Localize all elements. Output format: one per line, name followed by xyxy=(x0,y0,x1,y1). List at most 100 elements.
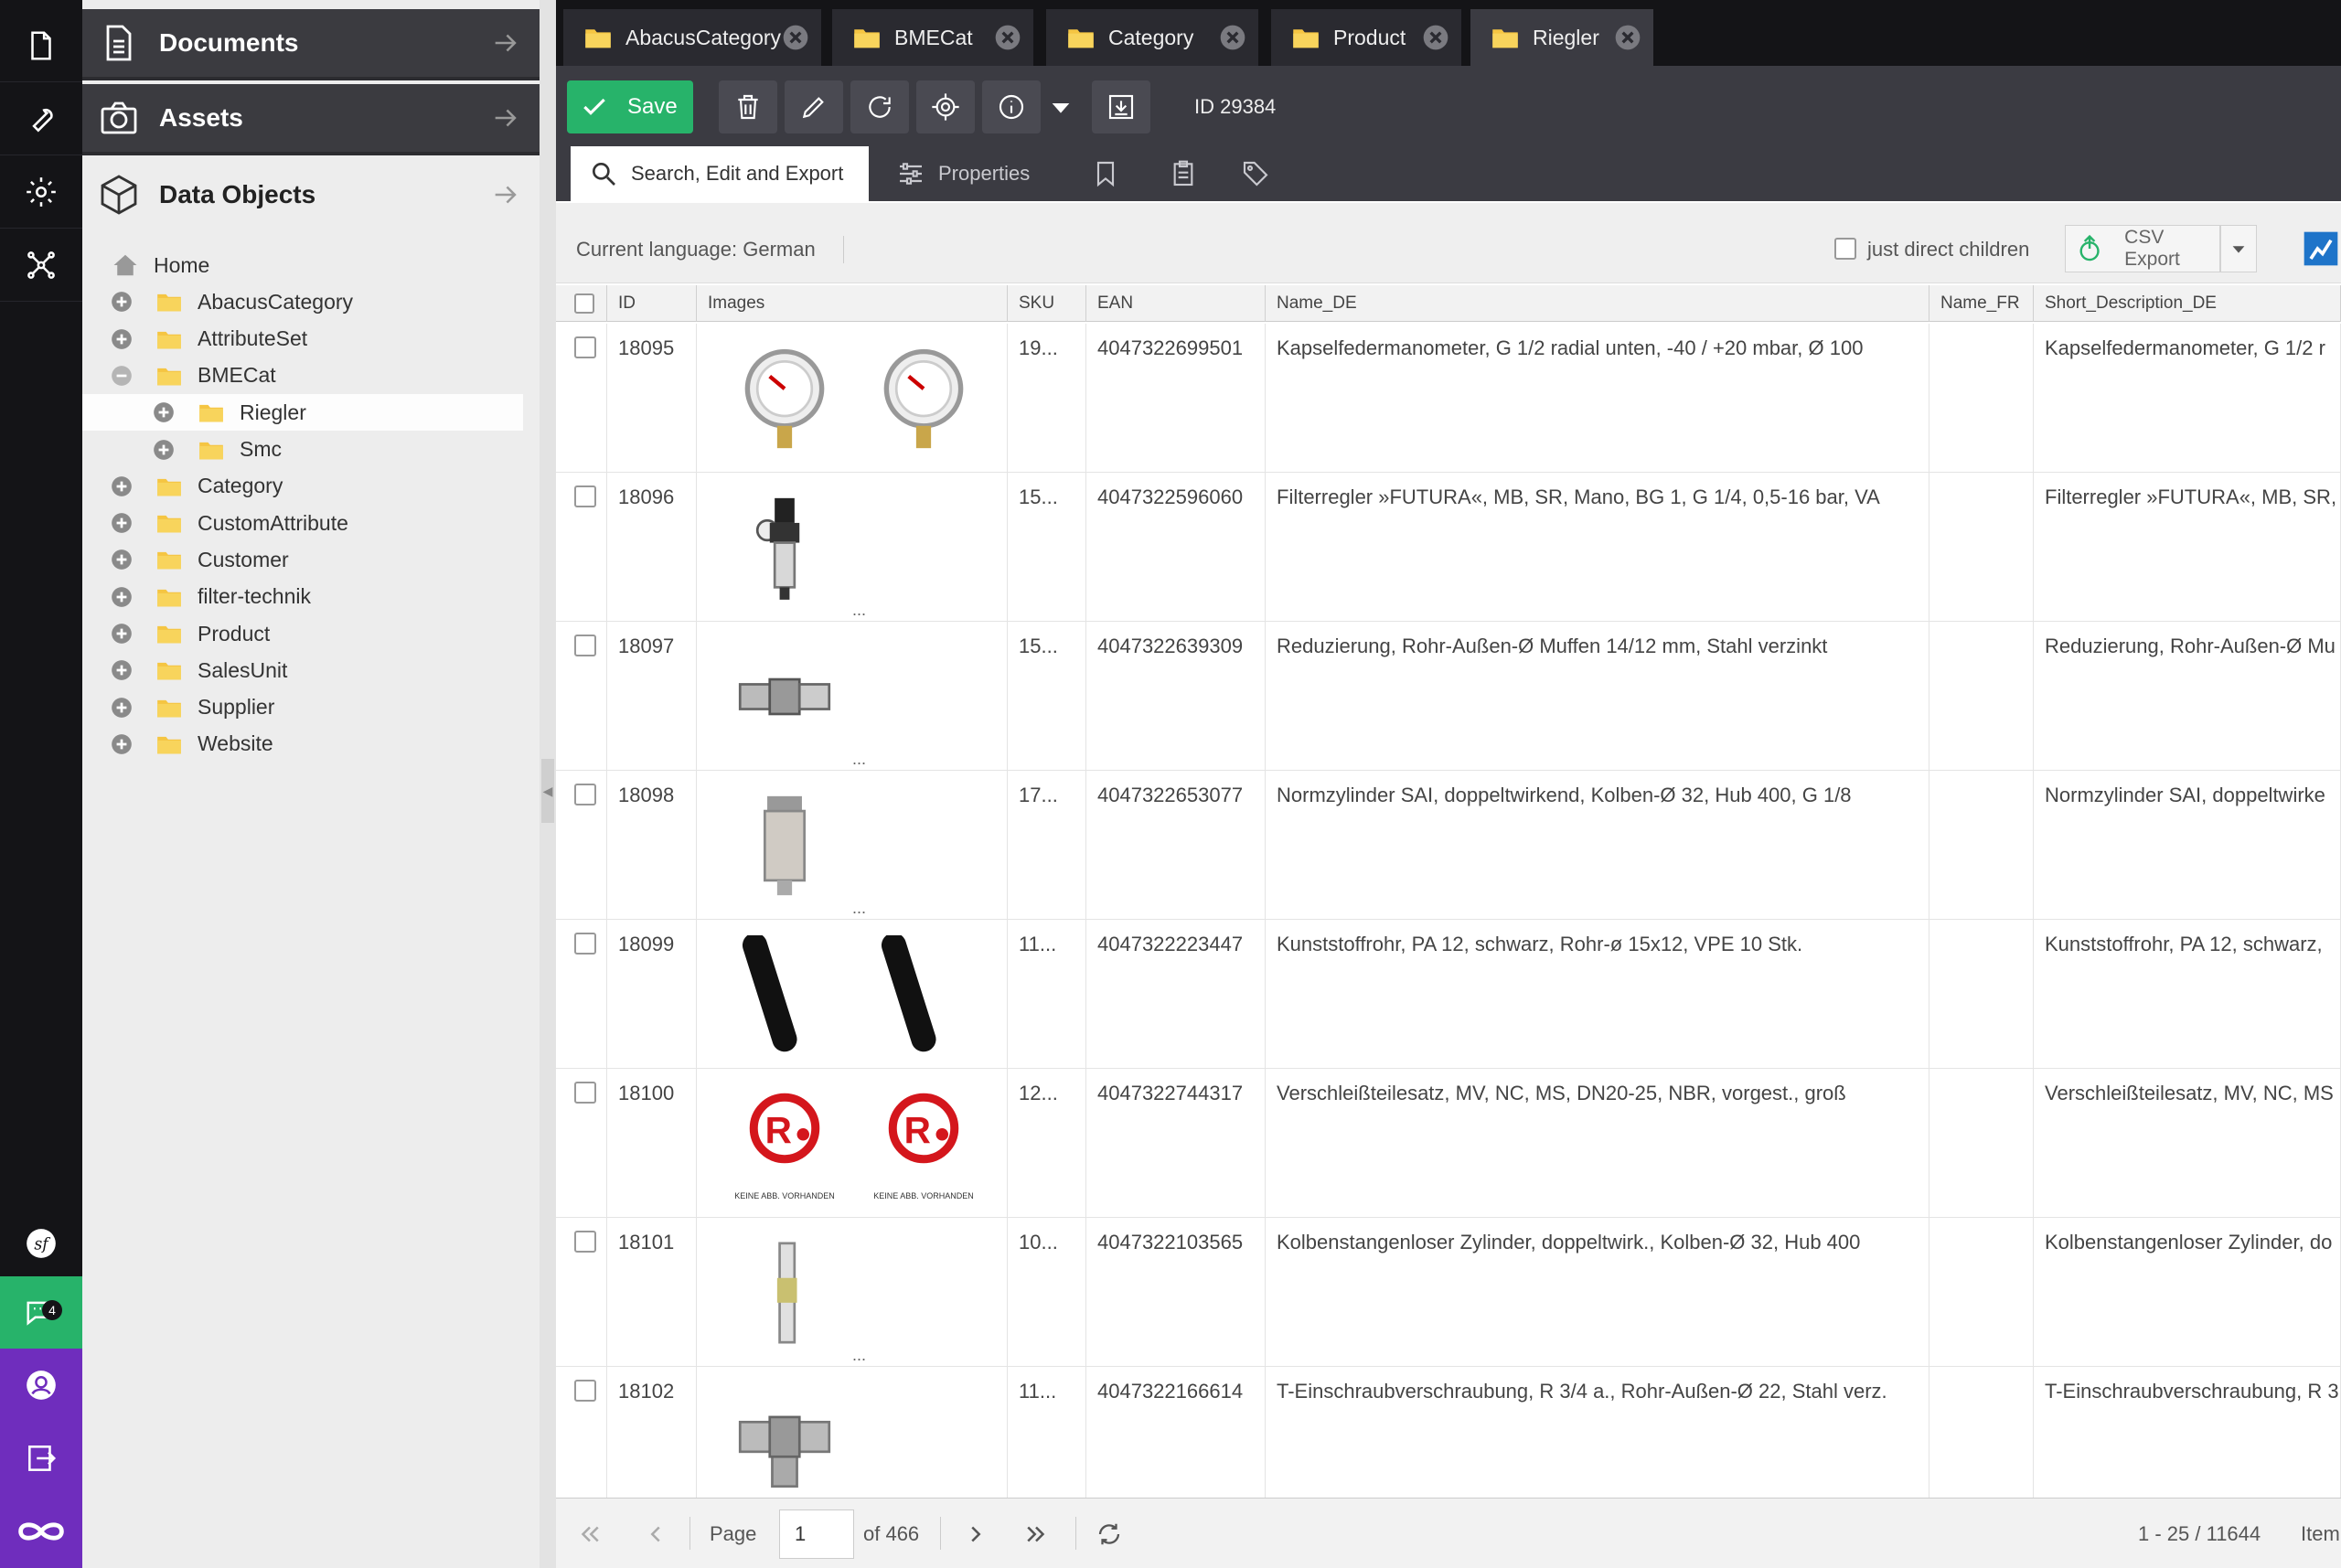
row-checkbox[interactable] xyxy=(574,485,596,507)
more-images-indicator[interactable]: ... xyxy=(852,899,866,918)
tree-item[interactable]: filter-technik xyxy=(82,579,523,615)
tree-item[interactable]: Smc xyxy=(82,432,523,468)
expand-icon[interactable] xyxy=(110,327,134,351)
tree-item[interactable]: Category xyxy=(82,468,523,505)
chat-rail-button[interactable]: 4 xyxy=(0,1276,82,1349)
csv-export-dropdown[interactable] xyxy=(2220,225,2257,272)
tree-item[interactable]: Riegler xyxy=(82,394,523,432)
table-row[interactable]: 18095 19... 4047322699501 Kapselfedermanome… xyxy=(556,324,2341,473)
symfony-icon[interactable]: sf xyxy=(0,1207,82,1280)
close-tab-icon[interactable] xyxy=(781,23,810,52)
tab-tags[interactable] xyxy=(1224,146,1288,201)
tree-item[interactable]: Home xyxy=(82,247,523,283)
datahub-rail-icon[interactable] xyxy=(0,229,82,302)
rename-button[interactable] xyxy=(785,80,843,133)
table-row[interactable]: 18096... 15... 4047322596060 Filterregler »… xyxy=(556,473,2341,622)
row-checkbox[interactable] xyxy=(574,784,596,805)
column-header[interactable]: ID xyxy=(607,285,697,322)
save-button[interactable]: Save xyxy=(567,80,693,133)
expand-icon[interactable] xyxy=(152,438,176,462)
tree-item[interactable]: BMECat xyxy=(82,357,523,394)
more-dropdown-button[interactable] xyxy=(1042,80,1079,133)
close-tab-icon[interactable] xyxy=(993,23,1022,52)
tree-item[interactable]: Product xyxy=(82,615,523,652)
tab-bookmark[interactable] xyxy=(1074,146,1138,201)
tab-notes[interactable] xyxy=(1147,146,1220,201)
product-thumbnail[interactable] xyxy=(856,927,991,1062)
table-row[interactable]: 18098... 17... 4047322653077 Normzylinder S… xyxy=(556,771,2341,920)
close-tab-icon[interactable] xyxy=(1218,23,1247,52)
row-checkbox[interactable] xyxy=(574,635,596,656)
previous-page-icon[interactable] xyxy=(642,1520,669,1548)
delete-button[interactable] xyxy=(719,80,777,133)
export-button[interactable] xyxy=(1092,80,1150,133)
column-header[interactable]: EAN xyxy=(1086,285,1266,322)
row-checkbox[interactable] xyxy=(574,1082,596,1104)
expand-icon[interactable] xyxy=(110,696,134,720)
expand-icon[interactable] xyxy=(110,732,134,756)
more-images-indicator[interactable]: ... xyxy=(852,1346,866,1365)
tree-item[interactable]: Website xyxy=(82,726,523,763)
row-checkbox[interactable] xyxy=(574,933,596,955)
batch-edit-icon[interactable] xyxy=(2301,229,2341,269)
panel-splitter[interactable]: ◀ xyxy=(540,0,556,1568)
tab-product[interactable]: Product xyxy=(1271,9,1461,66)
table-row[interactable]: 18099 11... 4047322223447 Kunststoffrohr, P… xyxy=(556,920,2341,1069)
table-row[interactable]: 18100 R KEINE ABB. VORHANDEN R KEINE ABB. VO… xyxy=(556,1069,2341,1218)
row-checkbox[interactable] xyxy=(574,1380,596,1402)
collapse-icon[interactable] xyxy=(110,364,134,388)
more-images-indicator[interactable]: ... xyxy=(852,601,866,620)
next-page-icon[interactable] xyxy=(962,1520,989,1548)
tab-properties[interactable]: Properties xyxy=(887,146,1070,201)
tab-abacuscategory[interactable]: AbacusCategory xyxy=(563,9,821,66)
column-header[interactable]: Name_FR xyxy=(1929,285,2034,322)
product-thumbnail[interactable] xyxy=(856,331,991,466)
tree-item[interactable]: Supplier xyxy=(82,689,523,726)
info-button[interactable] xyxy=(982,80,1041,133)
table-row[interactable]: 18102 11... 4047322166614 T-Einschraubversc… xyxy=(556,1367,2341,1516)
csv-export-button[interactable]: CSV Export xyxy=(2065,225,2220,272)
tree-item[interactable]: Customer xyxy=(82,541,523,578)
column-header[interactable]: SKU xyxy=(1008,285,1086,322)
tree-item[interactable]: CustomAttribute xyxy=(82,505,523,541)
tab-category[interactable]: Category xyxy=(1046,9,1258,66)
expand-icon[interactable] xyxy=(152,400,176,424)
tab-bmecat[interactable]: BMECat xyxy=(832,9,1033,66)
row-checkbox[interactable] xyxy=(574,1231,596,1253)
expand-icon[interactable] xyxy=(110,511,134,535)
expand-icon[interactable] xyxy=(110,622,134,645)
logout-icon[interactable] xyxy=(0,1422,82,1495)
product-thumbnail[interactable] xyxy=(717,629,852,764)
expand-icon[interactable] xyxy=(110,475,134,498)
product-thumbnail[interactable] xyxy=(717,927,852,1062)
tree-item[interactable]: AttributeSet xyxy=(82,321,523,357)
tab-search-edit-export[interactable]: Search, Edit and Export xyxy=(571,146,869,201)
tree-item[interactable]: AbacusCategory xyxy=(82,283,523,320)
column-header[interactable]: Name_DE xyxy=(1266,285,1929,322)
last-page-icon[interactable] xyxy=(1022,1520,1050,1548)
column-header[interactable]: Images xyxy=(697,285,1008,322)
table-row[interactable]: 18097... 15... 4047322639309 Reduzierung, R… xyxy=(556,622,2341,771)
reload-button[interactable] xyxy=(850,80,909,133)
select-all-checkbox[interactable] xyxy=(574,293,594,314)
expand-icon[interactable] xyxy=(110,585,134,609)
column-header[interactable]: Short_Description_DE xyxy=(2034,285,2341,322)
tools-rail-icon[interactable] xyxy=(0,82,82,155)
expand-icon[interactable] xyxy=(110,658,134,682)
user-avatar[interactable] xyxy=(0,1349,82,1422)
row-checkbox[interactable] xyxy=(574,336,596,358)
product-thumbnail[interactable] xyxy=(717,480,852,615)
documents-rail-icon[interactable] xyxy=(0,9,82,82)
assets-accordion[interactable]: Assets xyxy=(82,84,540,155)
product-thumbnail[interactable] xyxy=(717,331,852,466)
tree-item[interactable]: SalesUnit xyxy=(82,652,523,688)
close-tab-icon[interactable] xyxy=(1421,23,1450,52)
tab-riegler[interactable]: Riegler xyxy=(1470,9,1653,66)
close-tab-icon[interactable] xyxy=(1613,23,1642,52)
more-images-indicator[interactable]: ... xyxy=(852,750,866,769)
table-row[interactable]: 18101... 10... 4047322103565 Kolbenstangenl… xyxy=(556,1218,2341,1367)
product-thumbnail[interactable] xyxy=(717,1374,852,1509)
data-objects-accordion[interactable]: Data Objects xyxy=(82,159,540,230)
documents-accordion[interactable]: Documents xyxy=(82,9,540,80)
collapse-handle[interactable]: ◀ xyxy=(541,759,554,823)
